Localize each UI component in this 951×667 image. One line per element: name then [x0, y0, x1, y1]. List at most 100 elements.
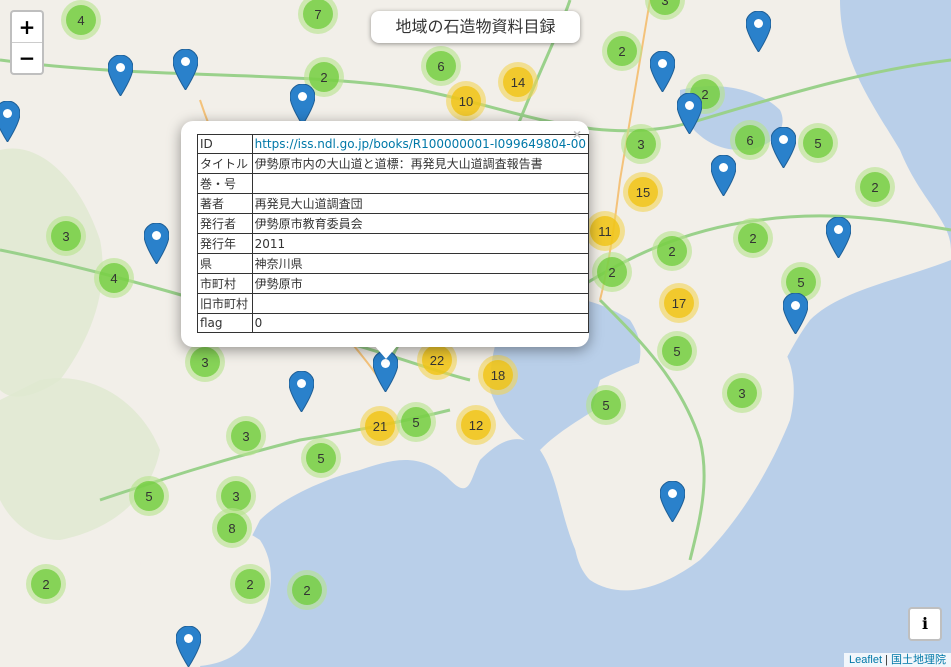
marker-cluster[interactable]: 3 [722, 373, 762, 413]
popup-key: 発行者 [197, 213, 253, 234]
cluster-count: 2 [31, 569, 61, 599]
marker-cluster[interactable]: 8 [212, 508, 252, 548]
popup-key: flag [197, 313, 253, 333]
marker-cluster[interactable]: 21 [360, 406, 400, 446]
marker-cluster[interactable]: 15 [623, 172, 663, 212]
marker-cluster[interactable]: 5 [129, 476, 169, 516]
popup-tip [374, 345, 398, 359]
cluster-count: 2 [738, 223, 768, 253]
zoom-out-button[interactable]: − [12, 43, 42, 73]
popup-value [251, 293, 590, 314]
popup-row: 著者 再発見大山道調査団 [197, 193, 590, 214]
leaflet-link[interactable]: Leaflet [849, 654, 882, 666]
marker-cluster[interactable]: 18 [478, 355, 518, 395]
marker-cluster[interactable]: 2 [592, 252, 632, 292]
marker-cluster[interactable]: 2 [652, 231, 692, 271]
cluster-count: 3 [650, 0, 680, 15]
marker-cluster[interactable]: 17 [659, 283, 699, 323]
marker-cluster[interactable]: 5 [586, 385, 626, 425]
popup-value: 2011 [251, 233, 590, 254]
marker-cluster[interactable]: 3 [185, 342, 225, 382]
cluster-count: 2 [860, 172, 890, 202]
popup-table: ID https://iss.ndl.go.jp/books/R100000001… [197, 134, 590, 333]
popup-close-button[interactable]: × [573, 126, 581, 142]
cluster-count: 2 [235, 569, 265, 599]
cluster-count: 15 [628, 177, 658, 207]
info-button[interactable]: i [908, 607, 942, 641]
cluster-count: 5 [662, 336, 692, 366]
marker-cluster[interactable]: 3 [226, 416, 266, 456]
cluster-count: 6 [426, 51, 456, 81]
cluster-count: 5 [591, 390, 621, 420]
marker-cluster[interactable]: 5 [396, 402, 436, 442]
attribution: Leaflet | 国土地理院 [843, 653, 951, 667]
popup-key: 著者 [197, 193, 253, 214]
map-pin-icon[interactable] [676, 92, 703, 135]
map-pin-icon[interactable] [710, 154, 737, 197]
cluster-count: 5 [306, 443, 336, 473]
info-popup: ID https://iss.ndl.go.jp/books/R100000001… [181, 121, 590, 347]
map-pin-icon[interactable] [288, 370, 315, 413]
popup-row: ID https://iss.ndl.go.jp/books/R100000001… [197, 134, 590, 154]
marker-cluster[interactable]: 6 [730, 120, 770, 160]
popup-row: 巻・号 [197, 173, 590, 194]
marker-cluster[interactable]: 5 [301, 438, 341, 478]
popup-value: 伊勢原市内の大山道と道標：再発見大山道調査報告書 [251, 153, 590, 174]
cluster-count: 21 [365, 411, 395, 441]
marker-cluster[interactable]: 5 [657, 331, 697, 371]
cluster-count: 5 [134, 481, 164, 511]
marker-cluster[interactable]: 2 [287, 570, 327, 610]
map-pin-icon[interactable] [745, 10, 772, 53]
popup-row: 発行者 伊勢原市教育委員会 [197, 213, 590, 234]
marker-cluster[interactable]: 10 [446, 81, 486, 121]
cluster-count: 4 [99, 263, 129, 293]
map-pin-icon[interactable] [172, 48, 199, 91]
map-pin-icon[interactable] [649, 50, 676, 93]
record-link[interactable]: https://iss.ndl.go.jp/books/R100000001-I… [255, 137, 586, 151]
marker-cluster[interactable]: 3 [621, 124, 661, 164]
marker-cluster[interactable]: 2 [602, 31, 642, 71]
marker-cluster[interactable]: 14 [498, 62, 538, 102]
marker-cluster[interactable]: 6 [421, 46, 461, 86]
marker-cluster[interactable]: 2 [26, 564, 66, 604]
cluster-count: 2 [292, 575, 322, 605]
popup-value: 伊勢原市 [251, 273, 590, 294]
map-pin-icon[interactable] [0, 100, 21, 143]
marker-cluster[interactable]: 4 [61, 0, 101, 40]
marker-cluster[interactable]: 11 [585, 211, 625, 251]
zoom-in-button[interactable]: + [12, 12, 42, 43]
cluster-count: 3 [51, 221, 81, 251]
map-pin-icon[interactable] [107, 54, 134, 97]
cluster-count: 3 [727, 378, 757, 408]
map-pin-icon[interactable] [289, 83, 316, 126]
popup-value: 0 [251, 313, 590, 333]
marker-cluster[interactable]: 5 [798, 123, 838, 163]
marker-cluster[interactable]: 2 [230, 564, 270, 604]
map-pin-icon[interactable] [825, 216, 852, 259]
cluster-count: 12 [461, 410, 491, 440]
map-pin-icon[interactable] [175, 625, 202, 667]
cluster-count: 18 [483, 360, 513, 390]
cluster-count: 11 [590, 216, 620, 246]
marker-cluster[interactable]: 3 [46, 216, 86, 256]
popup-row: タイトル 伊勢原市内の大山道と道標：再発見大山道調査報告書 [197, 153, 590, 174]
cluster-count: 3 [190, 347, 220, 377]
map-pin-icon[interactable] [782, 292, 809, 335]
marker-cluster[interactable]: 4 [94, 258, 134, 298]
map-pin-icon[interactable] [143, 222, 170, 265]
cluster-count: 2 [597, 257, 627, 287]
map-pin-icon[interactable] [770, 126, 797, 169]
attribution-separator: | [882, 654, 891, 666]
map-title: 地域の石造物資料目録 [371, 11, 580, 43]
cluster-count: 7 [303, 0, 333, 29]
zoom-control: + − [10, 10, 44, 75]
popup-key: 発行年 [197, 233, 253, 254]
marker-cluster[interactable]: 12 [456, 405, 496, 445]
gsi-link[interactable]: 国土地理院 [891, 654, 946, 666]
cluster-count: 17 [664, 288, 694, 318]
marker-cluster[interactable]: 2 [855, 167, 895, 207]
popup-row: 旧市町村 [197, 293, 590, 314]
map-pin-icon[interactable] [659, 480, 686, 523]
marker-cluster[interactable]: 2 [733, 218, 773, 258]
cluster-count: 22 [422, 345, 452, 375]
